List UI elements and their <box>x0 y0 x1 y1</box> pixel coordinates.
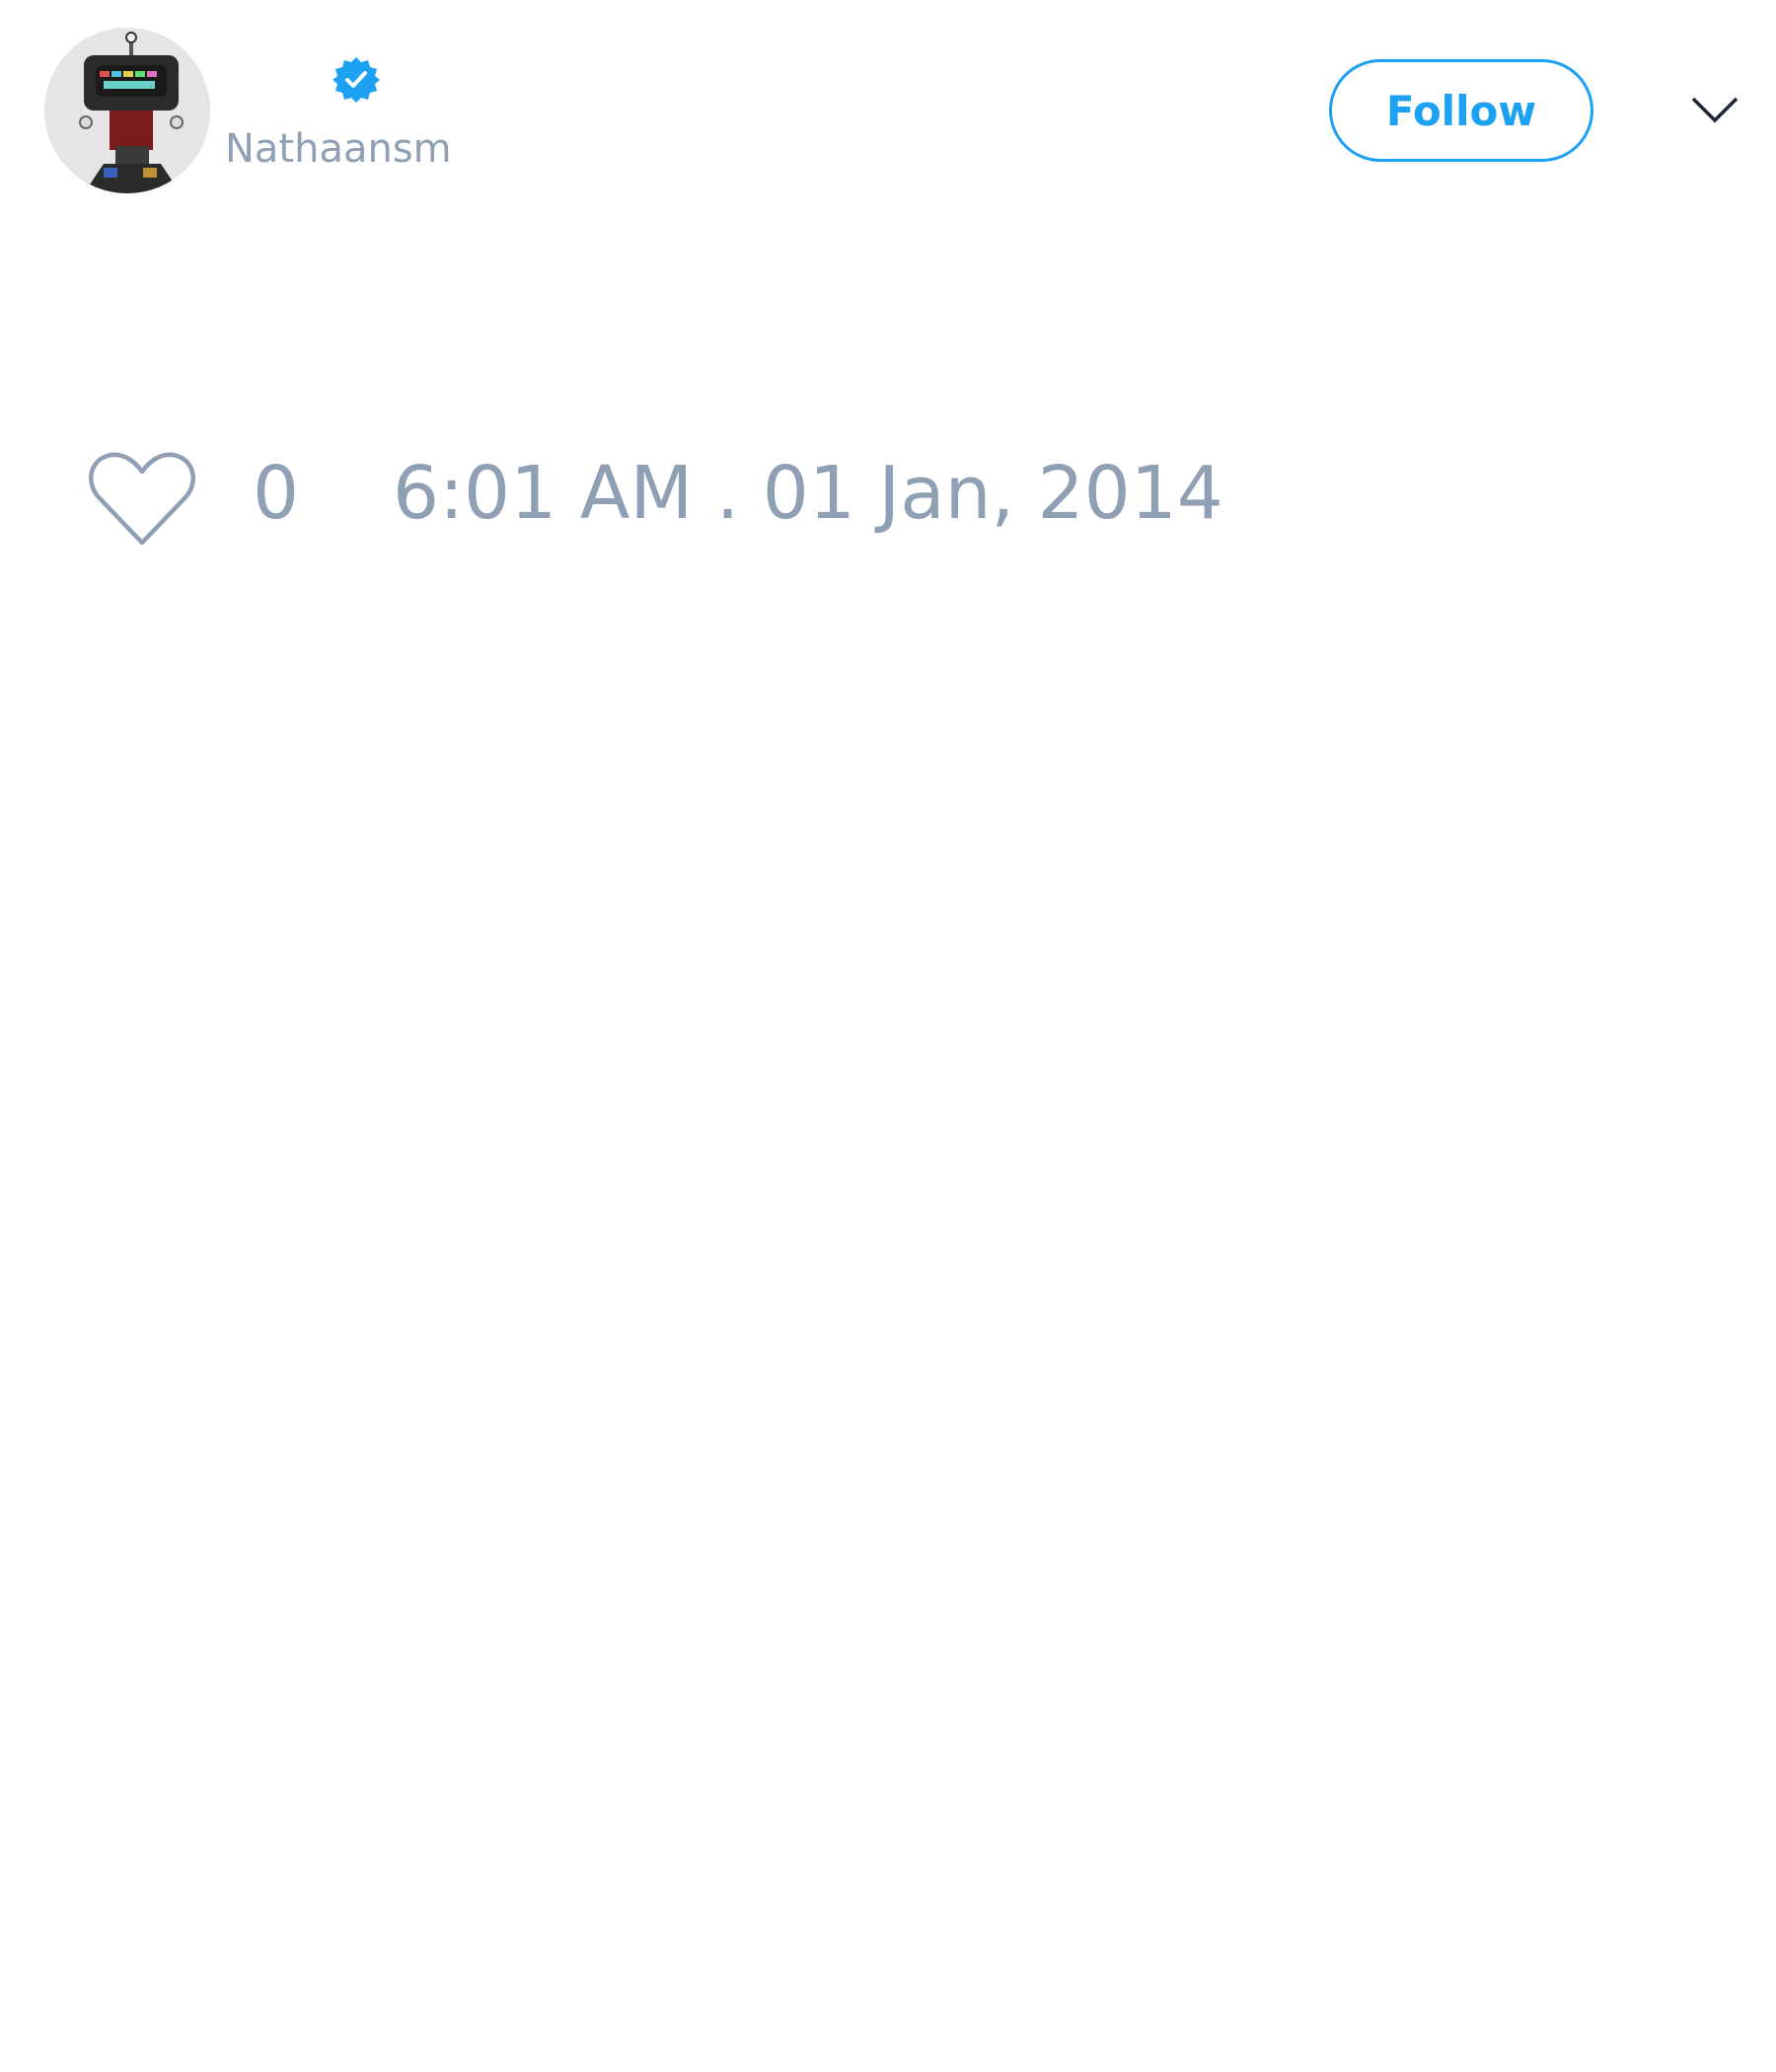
heart-outline-icon[interactable] <box>87 448 197 551</box>
author-avatar[interactable] <box>44 28 210 193</box>
tweet-timestamp[interactable]: 6:01 AM . 01 Jan, 2014 <box>393 450 1223 538</box>
chevron-down-icon[interactable] <box>1689 87 1740 134</box>
robot-avatar-icon <box>44 28 210 193</box>
verified-badge-icon <box>333 57 380 103</box>
author-handle[interactable]: Nathaansm <box>225 126 452 172</box>
tweet-header: Nathaansm Follow <box>0 0 1776 217</box>
follow-button[interactable]: Follow <box>1329 59 1593 162</box>
tweet-actions: 0 6:01 AM . 01 Jan, 2014 <box>0 434 1776 562</box>
like-count: 0 <box>253 451 300 536</box>
